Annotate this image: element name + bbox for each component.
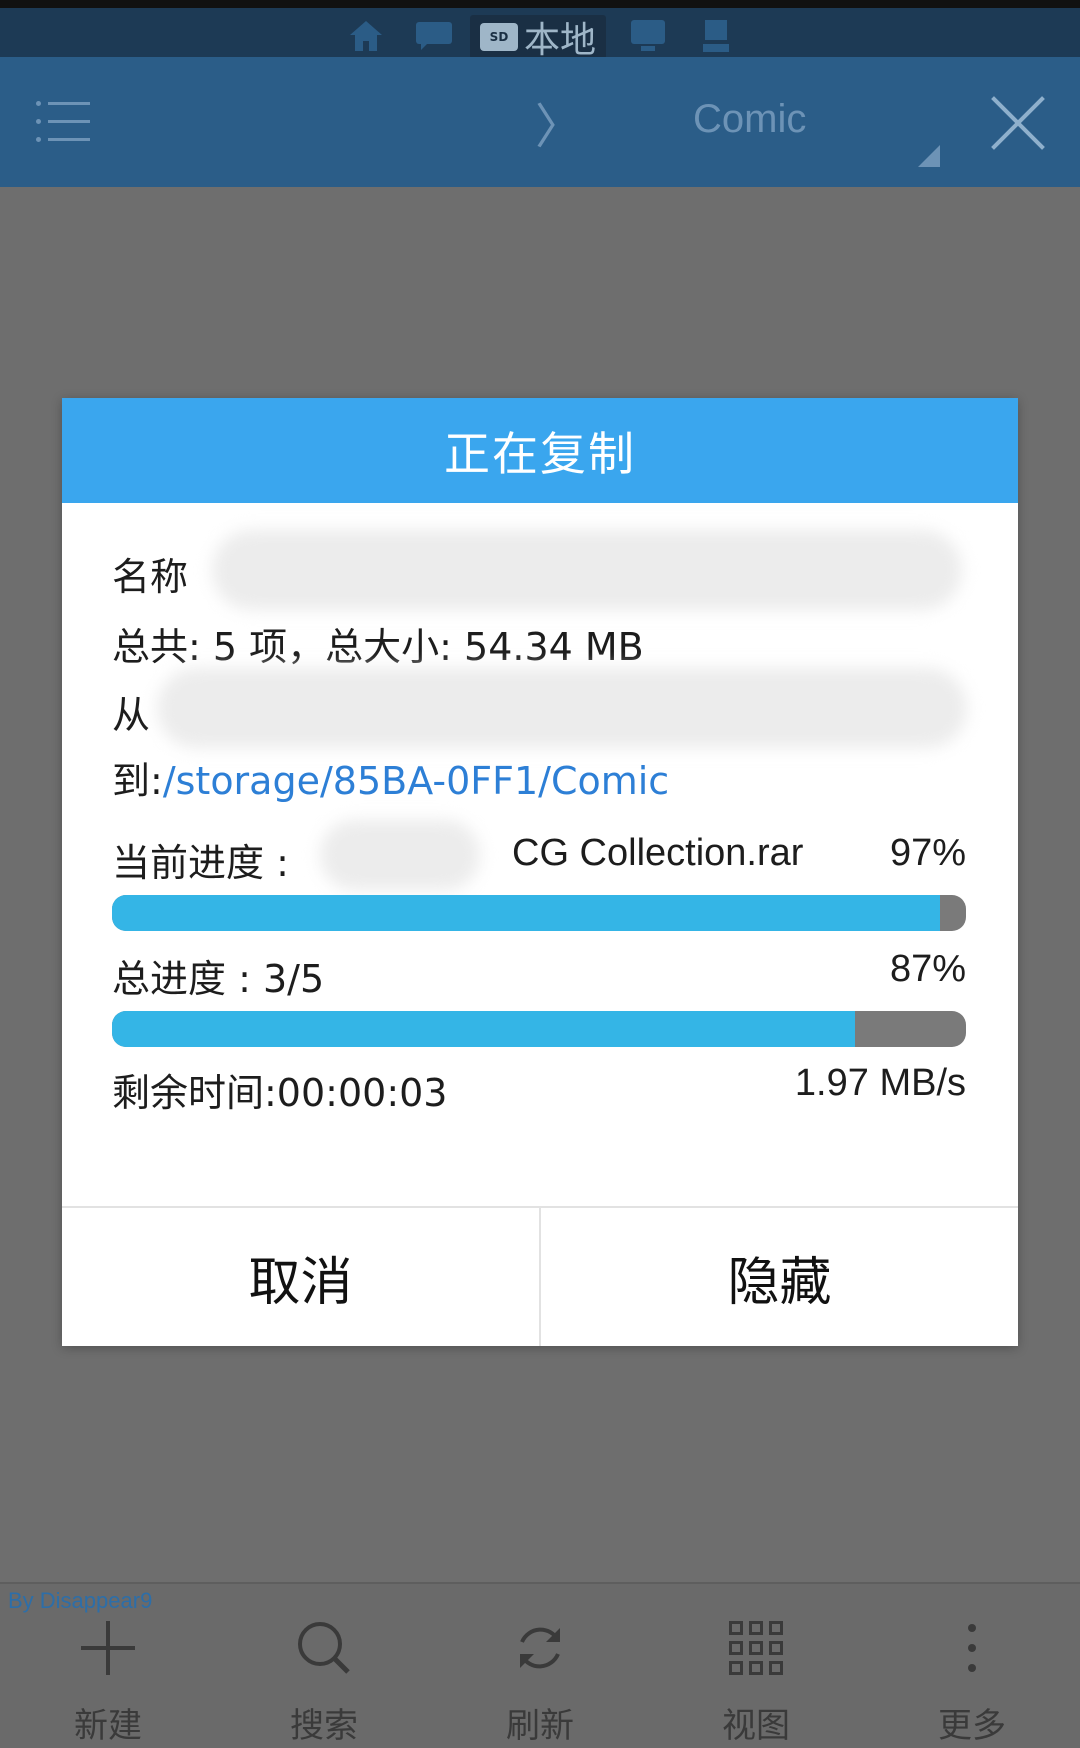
location-strip: SD 本地 — [0, 0, 1080, 61]
total-progress-bar — [112, 1011, 966, 1047]
redacted-source-path — [157, 668, 967, 748]
more-label: 更多 — [938, 1706, 1006, 1746]
refresh-icon — [480, 1612, 600, 1684]
more-vertical-icon — [968, 1624, 976, 1672]
menu-icon[interactable] — [36, 97, 92, 147]
destination-line: 到:/storage/85BA-0FF1/Comic — [112, 750, 669, 805]
current-folder-title[interactable]: Comic — [693, 97, 806, 142]
current-progress-label: 当前进度 : — [112, 841, 289, 885]
search-icon — [264, 1612, 384, 1684]
name-label: 名称 — [112, 555, 189, 599]
remaining-time: 剩余时间:00:00:03 — [112, 1071, 448, 1115]
app-bar: 〉 Comic — [0, 57, 1080, 187]
more-button[interactable]: 更多 — [912, 1612, 1032, 1747]
redacted-name — [212, 530, 962, 610]
bottom-toolbar: By Disappear9 新建 搜索 刷新 视图 更多 — [0, 1582, 1080, 1748]
hide-button[interactable]: 隐藏 — [539, 1208, 1018, 1346]
plus-icon — [81, 1621, 135, 1675]
close-icon[interactable] — [988, 93, 1048, 153]
total-summary: 总共: 5 项，总大小: 54.34 MB — [112, 625, 644, 669]
dropdown-triangle-icon[interactable] — [918, 145, 940, 167]
total-progress-label: 总进度 : 3/5 — [112, 957, 325, 1001]
home-icon[interactable] — [346, 16, 386, 56]
transfer-speed: 1.97 MB/s — [794, 1062, 966, 1104]
device-icon[interactable] — [696, 16, 736, 56]
refresh-label: 刷新 — [506, 1706, 574, 1746]
new-button[interactable]: 新建 — [48, 1612, 168, 1747]
dialog-button-row: 取消 隐藏 — [62, 1206, 1018, 1346]
view-label: 视图 — [722, 1706, 790, 1746]
location-local-tab[interactable]: SD 本地 — [470, 15, 606, 61]
total-progress-fill — [112, 1011, 855, 1047]
network-icon[interactable] — [628, 16, 668, 56]
current-file-name: CG Collection.rar — [512, 832, 804, 874]
grid-view-icon — [729, 1621, 783, 1675]
redacted-file-prefix — [320, 820, 480, 890]
current-progress-bar — [112, 895, 966, 931]
to-label: 到: — [112, 759, 163, 803]
location-local-label: 本地 — [523, 20, 596, 61]
current-percent: 97% — [889, 832, 966, 874]
destination-path: /storage/85BA-0FF1/Comic — [162, 759, 670, 803]
view-button[interactable]: 视图 — [696, 1612, 816, 1747]
new-label: 新建 — [74, 1706, 142, 1746]
cancel-button[interactable]: 取消 — [62, 1208, 539, 1346]
search-label: 搜索 — [290, 1706, 358, 1746]
refresh-button[interactable]: 刷新 — [480, 1612, 600, 1747]
breadcrumb-chevron-icon: 〉 — [535, 99, 584, 155]
current-progress-fill — [112, 895, 941, 931]
from-label: 从 — [112, 693, 151, 737]
total-percent: 87% — [889, 948, 966, 990]
dialog-title: 正在复制 — [62, 398, 1018, 503]
copy-progress-dialog: 正在复制 名称 总共: 5 项，总大小: 54.34 MB 从 到:/stora… — [62, 398, 1018, 1346]
watermark: By Disappear9 — [8, 1588, 153, 1613]
sd-card-icon[interactable] — [414, 16, 454, 56]
search-button[interactable]: 搜索 — [264, 1612, 384, 1747]
local-sd-badge-icon: SD — [479, 23, 518, 51]
